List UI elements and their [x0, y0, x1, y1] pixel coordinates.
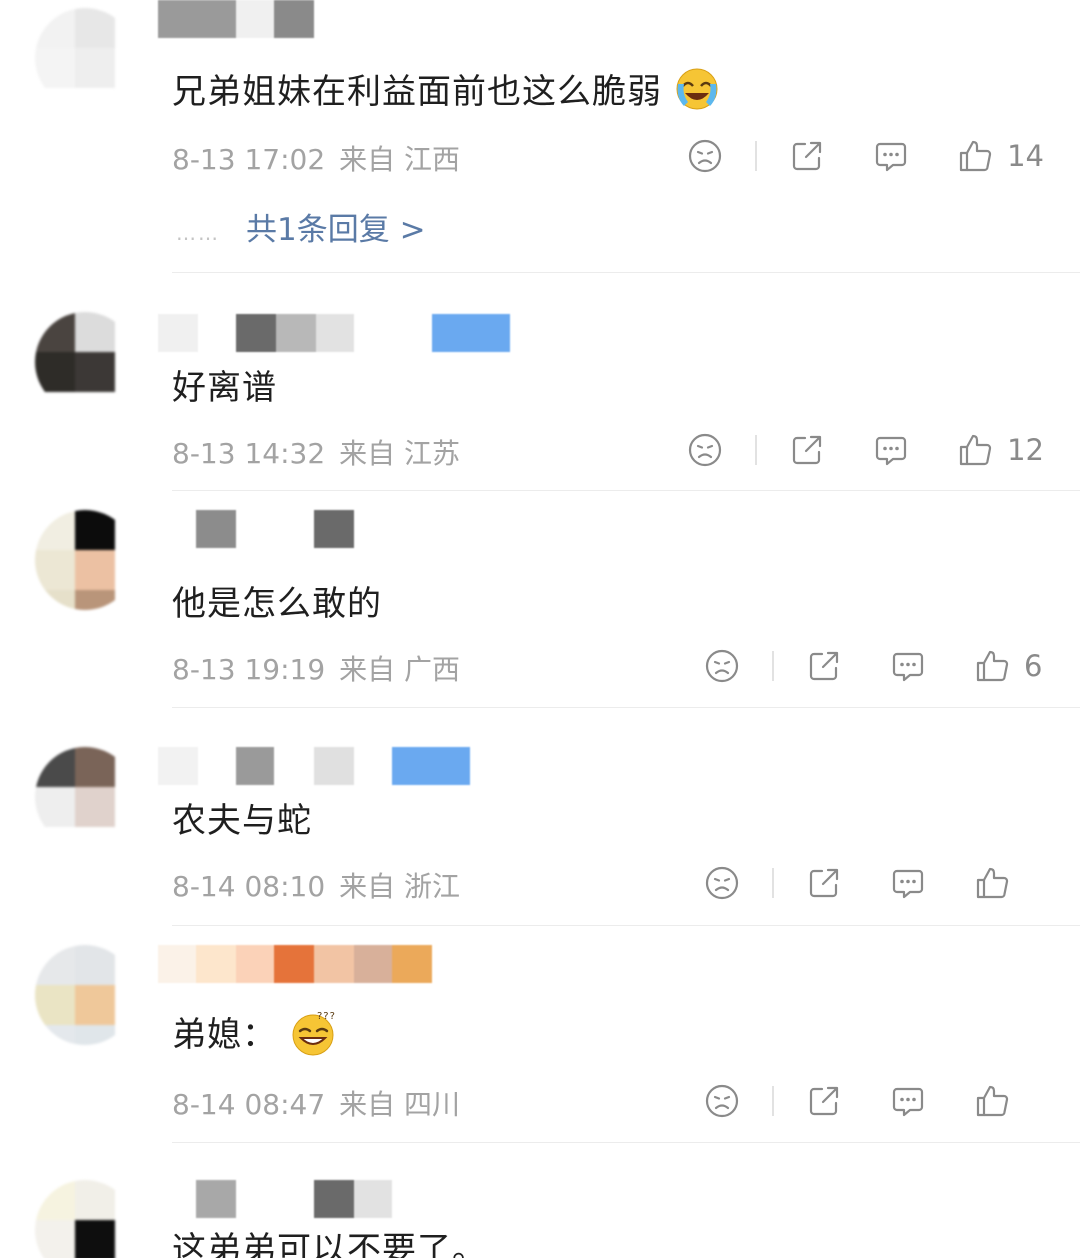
comment-item: 弟媳： ??? 8-14 08:47 来自 四川 — [0, 925, 1080, 1143]
loudly-crying-laughing-emoji — [674, 66, 720, 121]
comment-text: 好离谱 — [172, 368, 277, 408]
comment-location: 来自 江苏 — [339, 437, 461, 470]
share-icon[interactable] — [806, 1083, 842, 1119]
separator — [755, 141, 758, 171]
username-redacted[interactable] — [158, 945, 438, 983]
avatar[interactable] — [35, 747, 135, 847]
avatar[interactable] — [35, 8, 135, 108]
comment-meta: 8-13 19:19 来自 广西 — [172, 648, 460, 688]
comment-bubble-icon[interactable] — [890, 1083, 926, 1119]
avatar[interactable] — [35, 1180, 135, 1258]
sad-face-icon[interactable] — [687, 432, 723, 468]
comment-location: 来自 浙江 — [339, 870, 461, 903]
comment-text: 他是怎么敢的 — [172, 584, 382, 624]
like-count: 6 — [1024, 649, 1043, 683]
comment-bubble-icon[interactable] — [890, 648, 926, 684]
username-redacted[interactable] — [158, 747, 478, 785]
comment-text: 兄弟姐妹在利益面前也这么脆弱 — [172, 64, 720, 121]
comment-item: 好离谱 8-13 14:32 来自 江苏 12 — [0, 272, 1080, 491]
comment-bubble-icon[interactable] — [873, 138, 909, 174]
separator — [772, 651, 774, 681]
comment-actions — [704, 863, 1044, 903]
avatar[interactable] — [35, 945, 135, 1045]
comment-item: 这弟弟可以不要了。 — [0, 1142, 1080, 1258]
share-icon[interactable] — [806, 865, 842, 901]
avatar[interactable] — [35, 312, 135, 412]
comment-location: 来自 江西 — [339, 143, 461, 176]
thumbs-up-icon[interactable] — [957, 432, 993, 468]
comment-text: 弟媳： ??? — [172, 1007, 339, 1066]
sad-face-icon[interactable] — [704, 865, 740, 901]
comment-bubble-icon[interactable] — [890, 865, 926, 901]
comment-meta: 8-14 08:10 来自 浙江 — [172, 865, 460, 905]
thumbs-up-icon[interactable] — [974, 865, 1010, 901]
comment-location: 来自 广西 — [339, 653, 461, 686]
comment-item: 他是怎么敢的 8-13 19:19 来自 广西 6 — [0, 490, 1080, 708]
comment-actions: 12 — [687, 430, 1044, 470]
username-redacted[interactable] — [158, 0, 318, 38]
thumbs-up-icon[interactable] — [974, 648, 1010, 684]
separator — [755, 435, 758, 465]
separator — [772, 868, 774, 898]
comment-bubble-icon[interactable] — [873, 432, 909, 468]
username-redacted[interactable] — [158, 510, 358, 548]
username-redacted[interactable] — [158, 1180, 398, 1218]
comment-meta: 8-13 17:02 来自 江西 — [172, 138, 460, 178]
thumbs-up-icon[interactable] — [957, 138, 993, 174]
username-redacted[interactable] — [158, 314, 518, 352]
comment-text: 农夫与蛇 — [172, 801, 312, 841]
comment-date: 8-13 19:19 — [172, 653, 326, 686]
comment-item: 兄弟姐妹在利益面前也这么脆弱 8-13 17:02 来自 江西 14 …… 共1… — [0, 0, 1080, 273]
comment-actions: 14 — [687, 136, 1044, 176]
comment-meta: 8-13 14:32 来自 江苏 — [172, 432, 460, 472]
avatar[interactable] — [35, 510, 135, 610]
like-count: 14 — [1007, 139, 1044, 173]
sad-face-icon[interactable] — [704, 648, 740, 684]
comment-date: 8-14 08:10 — [172, 870, 326, 903]
comment-date: 8-13 14:32 — [172, 437, 326, 470]
share-icon[interactable] — [806, 648, 842, 684]
comment-date: 8-14 08:47 — [172, 1088, 326, 1121]
share-icon[interactable] — [789, 432, 825, 468]
confused-grinning-emoji: ??? — [289, 1007, 339, 1066]
svg-text:???: ??? — [317, 1011, 336, 1022]
view-replies-link[interactable]: …… 共1条回复 > — [176, 204, 426, 249]
comment-actions: 6 — [704, 646, 1044, 686]
comment-location: 来自 四川 — [339, 1088, 461, 1121]
share-icon[interactable] — [789, 138, 825, 174]
comment-text: 这弟弟可以不要了。 — [172, 1230, 487, 1258]
sad-face-icon[interactable] — [687, 138, 723, 174]
comment-actions — [704, 1081, 1044, 1121]
thumbs-up-icon[interactable] — [974, 1083, 1010, 1119]
sad-face-icon[interactable] — [704, 1083, 740, 1119]
comment-date: 8-13 17:02 — [172, 143, 326, 176]
separator — [772, 1086, 774, 1116]
comment-meta: 8-14 08:47 来自 四川 — [172, 1083, 460, 1123]
comment-item: 农夫与蛇 8-14 08:10 来自 浙江 — [0, 707, 1080, 926]
like-count: 12 — [1007, 433, 1044, 467]
